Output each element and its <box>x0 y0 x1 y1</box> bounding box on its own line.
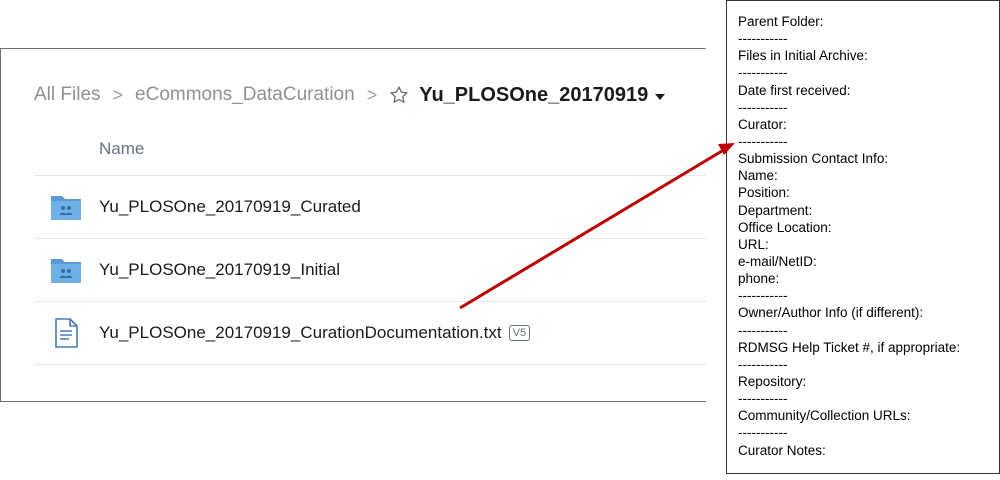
template-separator: ----------- <box>738 133 788 149</box>
template-lines: Parent Folder: ----------- Files in Init… <box>738 13 960 459</box>
file-row-curated-folder[interactable]: Yu_PLOSOne_20170919_Curated <box>34 176 706 238</box>
file-row-curation-documentation[interactable]: Yu_PLOSOne_20170919_CurationDocumentatio… <box>34 302 706 364</box>
template-line: Curator Notes: <box>738 442 826 458</box>
template-line: URL: <box>738 236 769 252</box>
shared-folder-icon <box>51 196 81 220</box>
template-line: Name: <box>738 168 778 184</box>
template-separator: ----------- <box>738 356 788 372</box>
template-separator: ----------- <box>738 288 788 304</box>
template-separator: ----------- <box>738 425 788 441</box>
template-line: Curator: <box>738 116 787 132</box>
template-line: phone: <box>738 271 780 287</box>
file-name[interactable]: Yu_PLOSOne_20170919_Curated <box>99 197 361 217</box>
template-separator: ----------- <box>738 322 788 338</box>
breadcrumb: All Files > eCommons_DataCuration > Yu_P… <box>34 82 666 108</box>
template-line: Submission Contact Info: <box>738 151 889 167</box>
template-line: e-mail/NetID: <box>738 253 817 269</box>
file-row-initial-folder[interactable]: Yu_PLOSOne_20170919_Initial <box>34 239 706 301</box>
curation-template-document: Parent Folder: ----------- Files in Init… <box>726 0 1000 474</box>
template-separator: ----------- <box>738 65 788 81</box>
template-line: Department: <box>738 202 813 218</box>
text-file-icon <box>55 318 78 348</box>
template-line: Repository: <box>738 373 807 389</box>
shared-folder-icon <box>51 259 81 283</box>
breadcrumb-separator: > <box>112 84 124 105</box>
breadcrumb-separator: > <box>366 84 378 105</box>
version-badge: V5 <box>508 325 531 341</box>
template-line: Position: <box>738 185 790 201</box>
template-line: Community/Collection URLs: <box>738 408 911 424</box>
file-name-text[interactable]: Yu_PLOSOne_20170919_CurationDocumentatio… <box>99 323 502 342</box>
divider <box>34 364 706 365</box>
template-line: Files in Initial Archive: <box>738 48 868 64</box>
star-icon[interactable] <box>389 85 409 105</box>
breadcrumb-datacuration[interactable]: eCommons_DataCuration <box>135 84 355 106</box>
breadcrumb-current-folder[interactable]: Yu_PLOSOne_20170919 <box>419 84 648 107</box>
template-line: Date first received: <box>738 82 851 98</box>
caret-down-icon[interactable] <box>655 93 666 100</box>
template-line: RDMSG Help Ticket #, if appropriate: <box>738 339 961 355</box>
template-separator: ----------- <box>738 391 788 407</box>
template-line: Parent Folder: <box>738 14 824 29</box>
file-name[interactable]: Yu_PLOSOne_20170919_Initial <box>99 260 340 280</box>
template-separator: ----------- <box>738 31 788 47</box>
column-header-name[interactable]: Name <box>99 139 144 159</box>
breadcrumb-all-files[interactable]: All Files <box>34 84 101 106</box>
template-separator: ----------- <box>738 99 788 115</box>
file-name[interactable]: Yu_PLOSOne_20170919_CurationDocumentatio… <box>99 323 531 343</box>
template-line: Owner/Author Info (if different): <box>738 305 924 321</box>
file-browser-panel: All Files > eCommons_DataCuration > Yu_P… <box>0 48 706 402</box>
template-line: Office Location: <box>738 219 832 235</box>
